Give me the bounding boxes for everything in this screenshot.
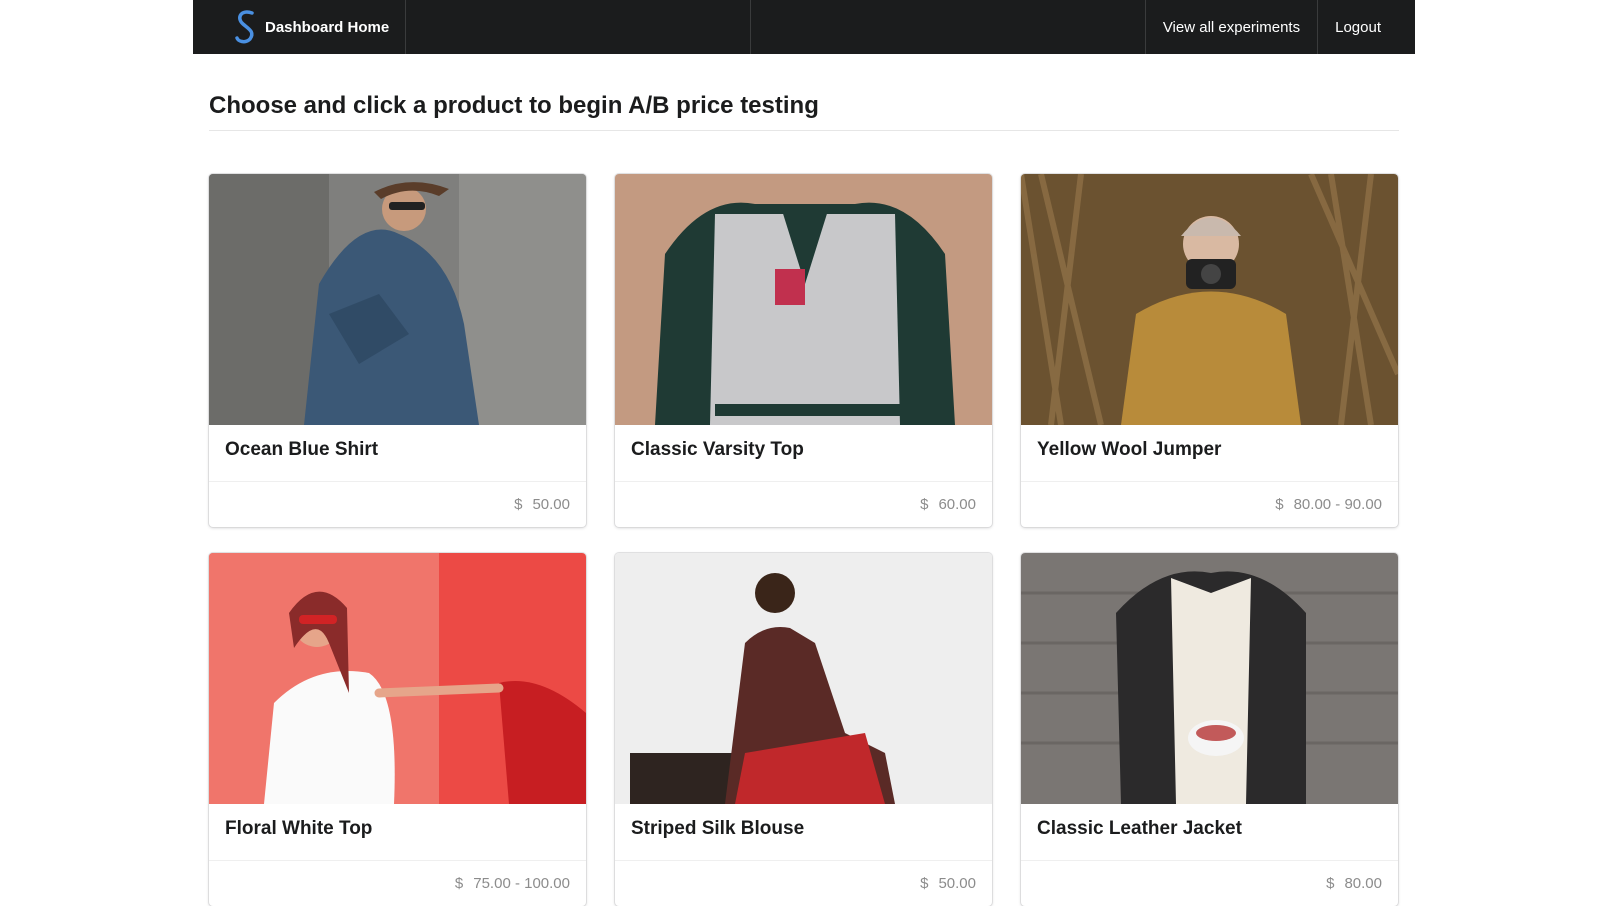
product-card[interactable]: Yellow Wool Jumper $ 80.00 - 90.00 [1021,174,1398,527]
product-name: Classic Varsity Top [615,425,992,482]
brand-logo-icon [235,10,254,44]
view-all-experiments-link[interactable]: View all experiments [1146,0,1319,54]
product-name: Floral White Top [209,804,586,861]
product-name: Classic Leather Jacket [1021,804,1398,861]
navbar-divider [406,0,752,54]
product-card[interactable]: Ocean Blue Shirt $ 50.00 [209,174,586,527]
product-price: $ 80.00 - 90.00 [1021,482,1398,527]
product-image [1021,553,1398,804]
brand-label: Dashboard Home [265,18,390,36]
product-image [209,553,586,804]
price-value: 75.00 - 100.00 [473,875,570,892]
product-name: Striped Silk Blouse [615,804,992,861]
dollar-icon: $ [920,875,929,892]
product-image [209,174,586,425]
product-image [615,174,992,425]
product-card[interactable]: Classic Leather Jacket $ 80.00 [1021,553,1398,906]
logout-link[interactable]: Logout [1318,0,1415,54]
product-price: $ 60.00 [615,482,992,527]
product-image [615,553,992,804]
product-card[interactable]: Classic Varsity Top $ 60.00 [615,174,992,527]
dashboard-home-link[interactable]: Dashboard Home [193,0,407,54]
product-price: $ 80.00 [1021,861,1398,906]
dollar-icon: $ [514,496,523,513]
page-title: Choose and click a product to begin A/B … [209,92,1399,131]
price-value: 80.00 - 90.00 [1293,496,1382,513]
price-value: 60.00 [938,496,976,513]
product-name: Yellow Wool Jumper [1021,425,1398,482]
price-value: 80.00 [1344,875,1382,892]
navbar-spacer [751,0,1146,54]
price-value: 50.00 [532,496,570,513]
product-card[interactable]: Floral White Top $ 75.00 - 100.00 [209,553,586,906]
dollar-icon: $ [920,496,929,513]
dollar-icon: $ [1326,875,1335,892]
product-image [1021,174,1398,425]
product-card[interactable]: Striped Silk Blouse $ 50.00 [615,553,992,906]
dollar-icon: $ [1275,496,1284,513]
product-grid: Ocean Blue Shirt $ 50.00 Classic Varsity… [209,174,1399,906]
top-navbar: Dashboard Home View all experiments Logo… [193,0,1415,54]
price-value: 50.00 [938,875,976,892]
dollar-icon: $ [454,875,464,892]
product-price: $ 50.00 [209,482,586,527]
product-price: $ 50.00 [615,861,992,906]
product-name: Ocean Blue Shirt [209,425,586,482]
product-price: $ 75.00 - 100.00 [209,861,586,906]
